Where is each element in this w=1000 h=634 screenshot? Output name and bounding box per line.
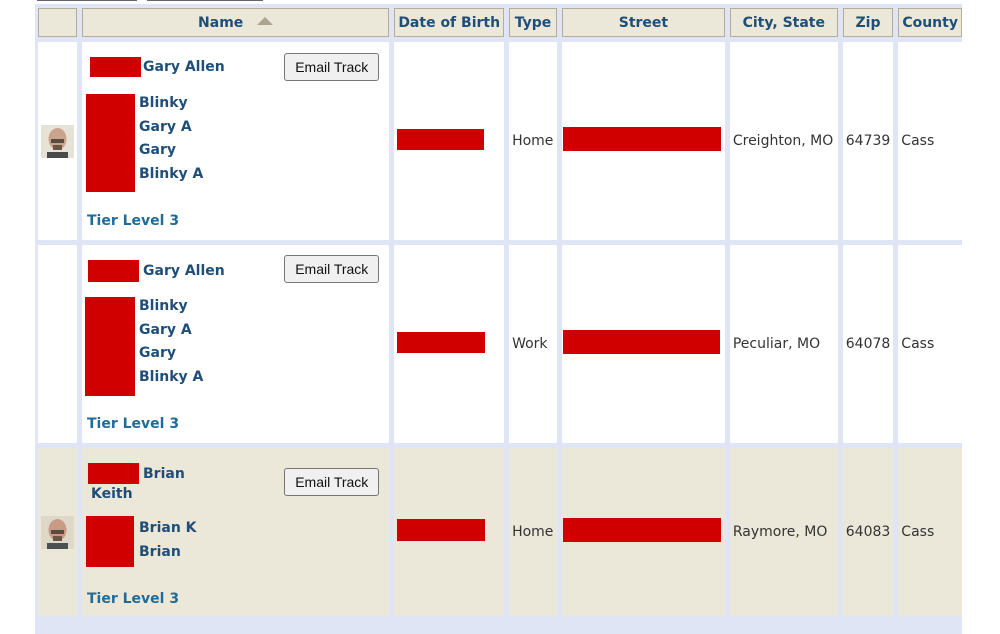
dob-cell	[394, 245, 505, 443]
tier-level: Tier Level 3	[87, 416, 180, 432]
results-table-container: Name Date of Birth Type Street City, Sta…	[35, 4, 962, 634]
county-cell: Cass	[898, 448, 962, 616]
photo-cell	[38, 245, 77, 443]
redacted-dob	[397, 128, 485, 150]
email-track-button[interactable]: Email Track	[284, 255, 380, 283]
redacted-last-name	[88, 260, 139, 282]
header-city-state[interactable]: City, State	[729, 8, 838, 37]
type-cell: Home	[509, 42, 558, 240]
primary-name-link[interactable]: Gary Allen	[143, 263, 225, 279]
header-name[interactable]: Name	[82, 8, 390, 37]
table-row: Gary Allen Email Track Blinky Gary A Gar…	[38, 245, 962, 443]
top-button-1[interactable]	[37, 0, 137, 1]
offender-photo[interactable]	[41, 515, 74, 549]
name-cell: Brian Keith Email Track Brian K Brian Ti…	[82, 448, 390, 616]
email-track-button[interactable]: Email Track	[284, 53, 380, 81]
offender-photo[interactable]	[41, 124, 74, 158]
zip-cell: 64083	[842, 448, 894, 616]
alias-item: Gary	[139, 345, 176, 362]
photo-cell	[38, 448, 77, 616]
redacted-alias-last-names	[86, 94, 135, 192]
alias-item: Brian	[139, 543, 181, 560]
dob-cell	[394, 448, 505, 616]
redacted-street	[563, 127, 722, 151]
alias-item: Blinky	[139, 298, 188, 314]
alias-item: Gary	[139, 142, 176, 159]
header-name-label: Name	[198, 14, 244, 31]
county-cell: Cass	[898, 42, 962, 240]
email-track-button[interactable]: Email Track	[284, 468, 380, 496]
alias-item: Blinky	[139, 95, 188, 111]
redacted-last-name	[90, 57, 141, 77]
alias-item: Gary A	[139, 321, 192, 338]
name-cell: Gary Allen Email Track Blinky Gary A Gar…	[82, 245, 390, 443]
redacted-street	[563, 330, 721, 354]
photo-cell	[38, 42, 77, 240]
top-button-2[interactable]	[147, 0, 263, 1]
name-cell: Gary Allen Email Track Blinky Gary A Gar…	[82, 42, 390, 240]
header-photo	[38, 8, 77, 37]
primary-name-link[interactable]: Brian	[143, 466, 185, 482]
alias-list: Brian K Brian	[139, 517, 197, 564]
table-row: Gary Allen Email Track Blinky Gary A Gar…	[38, 42, 962, 240]
alias-list: Blinky Gary A Gary Blinky A	[139, 92, 203, 186]
alias-item: Brian K	[139, 520, 197, 536]
city-state-cell: Creighton, MO	[729, 42, 838, 240]
redacted-alias-last-names	[86, 516, 134, 567]
header-row: Name Date of Birth Type Street City, Sta…	[38, 8, 962, 37]
table-row: Brian Keith Email Track Brian K Brian Ti…	[38, 448, 962, 616]
redacted-street	[563, 518, 722, 542]
zip-cell: 64078	[842, 245, 894, 443]
tier-level: Tier Level 3	[87, 213, 180, 229]
type-cell: Work	[509, 245, 558, 443]
redacted-alias-last-names	[85, 297, 135, 396]
street-cell	[562, 245, 725, 443]
dob-cell	[394, 42, 505, 240]
redacted-dob	[397, 519, 486, 541]
offender-results-table: Name Date of Birth Type Street City, Sta…	[33, 3, 967, 621]
tier-level: Tier Level 3	[87, 591, 180, 607]
header-dob[interactable]: Date of Birth	[394, 8, 505, 37]
city-state-cell: Peculiar, MO	[729, 245, 838, 443]
primary-name-line2[interactable]: Keith	[91, 486, 133, 502]
alias-item: Gary A	[139, 118, 192, 135]
zip-cell: 64739	[842, 42, 894, 240]
alias-item: Blinky A	[139, 368, 204, 385]
county-cell: Cass	[898, 245, 962, 443]
primary-name-link[interactable]: Gary Allen	[143, 59, 225, 75]
sort-up-icon[interactable]	[257, 16, 274, 25]
header-street[interactable]: Street	[562, 8, 725, 37]
header-zip[interactable]: Zip	[842, 8, 894, 37]
alias-list: Blinky Gary A Gary Blinky A	[139, 295, 203, 389]
header-county[interactable]: County	[898, 8, 962, 37]
street-cell	[562, 42, 725, 240]
street-cell	[562, 448, 725, 616]
city-state-cell: Raymore, MO	[729, 448, 838, 616]
alias-item: Blinky A	[139, 165, 204, 182]
type-cell: Home	[509, 448, 558, 616]
redacted-last-name	[88, 463, 139, 484]
header-type[interactable]: Type	[509, 8, 558, 37]
redacted-dob	[397, 331, 486, 353]
